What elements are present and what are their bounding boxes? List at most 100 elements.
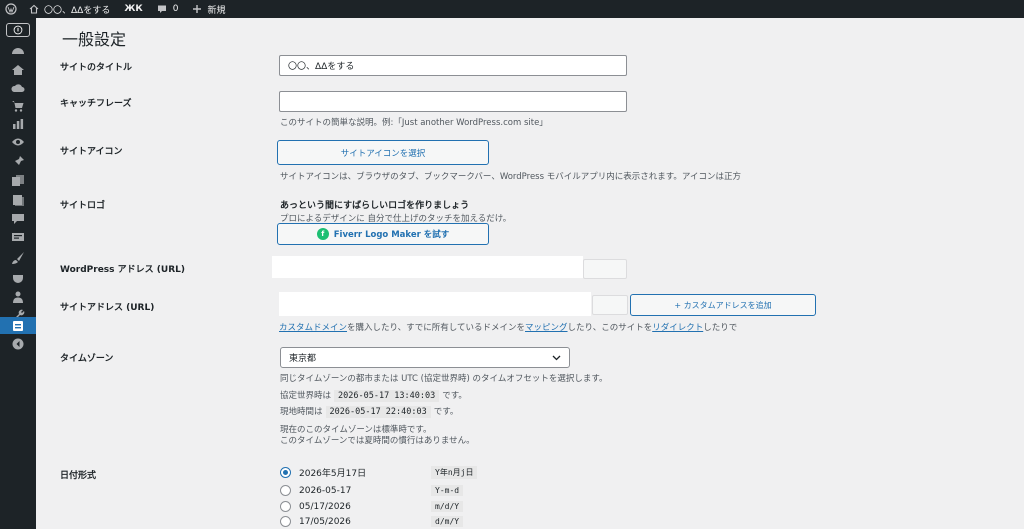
site-address-desc-text: したりで [703,323,738,333]
mapping-link[interactable]: マッピング [525,323,568,333]
site-address-description: カスタムドメインを購入したり、すでに所有しているドメインをマッピングしたり、この… [279,321,737,333]
sidebar-item-comments[interactable] [9,211,27,227]
page-title: 一般設定 [62,30,127,49]
media-icon [12,175,24,186]
comment-icon [157,5,166,13]
info-icon [13,25,23,35]
wordpress-address-label: WordPress アドレス (URL) [60,265,185,275]
site-title-label: サイトのタイトル [60,63,133,73]
main-content: 一般設定 サイトのタイトル キャッチフレーズ このサイトの簡単な説明。例:「Ju… [36,18,1024,529]
timezone-description: 同じタイムゾーンの都市または UTC (協定世界時) のタイムオフセットを選択し… [280,374,608,384]
local-time-prefix: 現地時間は [280,407,323,417]
site-address-desc-text: したり、このサイトを [567,323,653,333]
date-format-display: 05/17/2026 [299,501,351,512]
plus-icon [193,5,202,13]
date-format-display: 17/05/2026 [299,516,351,527]
eye-icon [12,138,24,146]
date-format-label: 日付形式 [60,471,97,481]
date-format-option[interactable]: 2026年5月17日 Y年n月j日 [280,466,478,479]
date-format-option[interactable]: 2026-05-17 Y-m-d [280,485,464,496]
sidebar-item-my-home[interactable] [9,62,27,78]
date-format-option[interactable]: 05/17/2026 m/d/Y [280,501,464,512]
date-format-display: 2026年5月17日 [299,469,367,479]
sidebar-item-feedback[interactable] [9,229,27,245]
utc-time-line: 協定世界時は 2026-05-17 13:40:03 です。 [280,389,467,402]
tagline-label: キャッチフレーズ [60,99,132,109]
sidebar-item-pages[interactable] [9,192,27,208]
redirect-link[interactable]: リダイレクト [652,323,703,333]
sidebar-item-collapse[interactable] [9,336,27,352]
date-format-code: m/d/Y [431,501,464,512]
chart-icon [13,119,24,129]
site-address-suffix [592,295,628,315]
home-icon [29,4,39,14]
sidebar-item-stats[interactable] [9,116,27,132]
radio-button[interactable] [280,516,291,527]
admin-bar-comments[interactable]: 0 [150,0,186,18]
site-address-desc-text: を購入したり、すでに所有しているドメインを [347,323,526,333]
sidebar-item-plugins[interactable] [9,270,27,286]
radio-button[interactable] [280,501,291,512]
home-icon [12,65,24,75]
sidebar-item-jetpack[interactable] [9,134,27,150]
wordpress-logo-icon[interactable] [0,0,22,18]
local-time-line: 現地時間は 2026-05-17 22:40:03 です。 [280,405,459,418]
admin-bar-new[interactable]: 新規 [185,0,232,18]
admin-bar-site-link[interactable]: 〇〇、ΔΔをする [22,0,117,18]
radio-button[interactable] [280,467,291,478]
date-format-display: 2026-05-17 [299,485,352,496]
plugin-icon [13,272,23,284]
add-custom-address-button[interactable]: + カスタムアドレスを追加 [630,294,816,316]
fiverr-icon: f [316,228,329,240]
sidebar-item-settings[interactable] [0,317,36,334]
site-title-input[interactable] [279,55,627,76]
new-label: 新規 [207,5,226,16]
settings-icon [13,320,23,331]
utc-time-value: 2026-05-17 13:40:03 [334,390,440,402]
tagline-input[interactable] [279,91,627,112]
fiverr-button-label: Fiverr Logo Maker を試す [333,230,450,240]
timezone-select[interactable]: 東京都 [280,347,570,368]
timezone-note-dst: このタイムゾーンでは夏時間の慣行はありません。 [280,436,475,446]
local-time-value: 2026-05-17 22:40:03 [325,406,431,418]
wordpress-address-suffix [583,259,627,279]
fiverr-logo-maker-button[interactable]: f Fiverr Logo Maker を試す [277,223,489,245]
date-format-code: Y年n月j日 [431,466,478,479]
tagline-description: このサイトの簡単な説明。例:「Just another WordPress.co… [280,118,548,128]
sidebar-item-users[interactable] [9,289,27,305]
comment-icon [12,214,24,224]
sidebar-item-site-switcher[interactable] [6,23,30,37]
local-time-suffix: です。 [433,407,459,417]
site-icon-label: サイトアイコン [60,147,123,157]
custom-domain-link[interactable]: カスタムドメイン [279,323,347,333]
chevron-down-icon [552,355,561,360]
sidebar-item-dashboard[interactable] [9,43,27,59]
collapse-icon [12,338,24,350]
sidebar-item-posts[interactable] [9,154,27,170]
utc-time-suffix: です。 [442,391,467,401]
select-site-icon-button[interactable]: サイトアイコンを選択 [277,140,489,165]
site-logo-heading: あっという間にすばらしいロゴを作りましょう [280,201,470,211]
sidebar-item-woocommerce[interactable] [9,98,27,114]
cart-icon [12,101,24,112]
brush-icon [12,252,24,264]
sidebar-item-appearance[interactable] [9,250,27,266]
admin-bar-stats[interactable]: ЖК [117,0,149,18]
site-logo-label: サイトロゴ [60,201,106,211]
date-format-option[interactable]: 17/05/2026 d/m/Y [280,516,464,527]
date-format-code: Y-m-d [431,485,464,496]
admin-bar-site-name: 〇〇、ΔΔをする [44,5,111,16]
admin-bar: 〇〇、ΔΔをする ЖК 0 新規 [0,0,1024,18]
sidebar-item-media[interactable] [9,173,27,189]
wordpress-address-field [272,256,583,278]
pages-icon [13,195,24,206]
user-icon [13,291,23,303]
cloud-icon [11,84,25,92]
comments-count: 0 [172,4,179,14]
timezone-selected-value: 東京都 [289,354,317,364]
sidebar-item-upgrades[interactable] [9,80,27,96]
admin-sidebar [0,18,36,529]
radio-button[interactable] [280,485,291,496]
feedback-icon [12,233,24,241]
stats-label: ЖК [124,4,143,14]
